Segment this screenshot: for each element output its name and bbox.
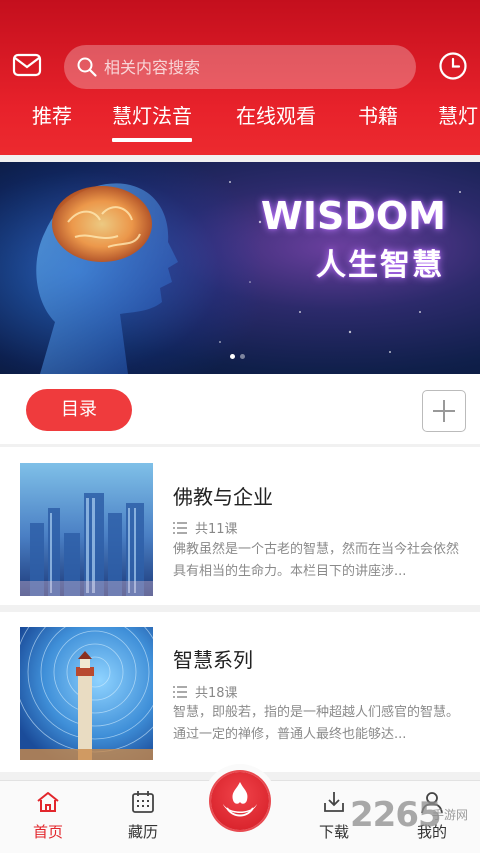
carousel-indicator	[230, 354, 245, 359]
search-input[interactable]	[104, 57, 404, 77]
carousel-dot[interactable]	[240, 354, 245, 359]
history-clock-icon[interactable]	[437, 50, 469, 82]
carousel-dot[interactable]	[230, 354, 235, 359]
list-icon	[173, 685, 187, 698]
nav-home-label: 首页	[32, 823, 63, 841]
course-card[interactable]: 智慧系列 共18课 智慧，即般若，指的是一种超越人们感官的智慧。通过一定的禅修，…	[0, 612, 480, 772]
category-tabs: 推荐 慧灯法音 在线观看 书籍 慧灯	[0, 98, 480, 144]
banner-title: WISDOM	[260, 194, 446, 238]
course-description: 佛教虽然是一个古老的智慧，然而在当今社会依然具有相当的生命力。本栏目下的讲座涉.…	[173, 542, 460, 579]
course-thumbnail	[20, 627, 153, 760]
course-count-label: 共18课	[195, 686, 238, 701]
nav-calendar-label: 藏历	[127, 823, 158, 841]
mail-icon[interactable]	[12, 52, 42, 78]
banner-carousel[interactable]: WISDOM 人生智慧	[0, 162, 480, 374]
list-icon	[173, 521, 187, 534]
lotus-flame-icon	[211, 772, 269, 830]
course-count: 共18课	[173, 682, 238, 701]
watermark-sub: 手游网	[432, 808, 469, 822]
directory-button[interactable]: 目录	[26, 389, 132, 431]
home-icon	[37, 792, 59, 812]
tab-huideng[interactable]: 慧灯	[438, 98, 478, 138]
watermark-logo: 2265	[350, 795, 442, 835]
course-thumbnail	[20, 463, 153, 596]
nav-home[interactable]: 首页	[8, 789, 88, 842]
directory-row: 目录	[0, 374, 480, 444]
course-title: 佛教与企业	[173, 485, 273, 509]
course-card[interactable]: 佛教与企业 共11课 佛教虽然是一个古老的智慧，然而在当今社会依然具有相当的生命…	[0, 447, 480, 605]
search-icon	[77, 57, 97, 77]
banner-subtitle: 人生智慧	[316, 248, 444, 283]
search-bar[interactable]	[64, 45, 416, 89]
download-icon	[324, 792, 344, 812]
course-title: 智慧系列	[173, 648, 253, 672]
app-header: 推荐 慧灯法音 在线观看 书籍 慧灯	[0, 0, 480, 155]
course-count-label: 共11课	[195, 522, 238, 537]
tab-online-watch[interactable]: 在线观看	[236, 98, 316, 138]
tab-books[interactable]: 书籍	[358, 98, 398, 138]
calendar-icon	[132, 791, 154, 813]
plus-icon	[433, 400, 455, 422]
course-count: 共11课	[173, 518, 238, 537]
tab-huideng-fayin[interactable]: 慧灯法音	[112, 98, 192, 142]
course-description: 智慧，即般若，指的是一种超越人们感官的智慧。通过一定的禅修，普通人最终也能够达.…	[173, 705, 460, 742]
nav-calendar[interactable]: 藏历	[103, 789, 183, 842]
tab-recommend[interactable]: 推荐	[32, 98, 72, 138]
add-button[interactable]	[422, 390, 466, 432]
center-lotus-button[interactable]	[203, 764, 277, 838]
